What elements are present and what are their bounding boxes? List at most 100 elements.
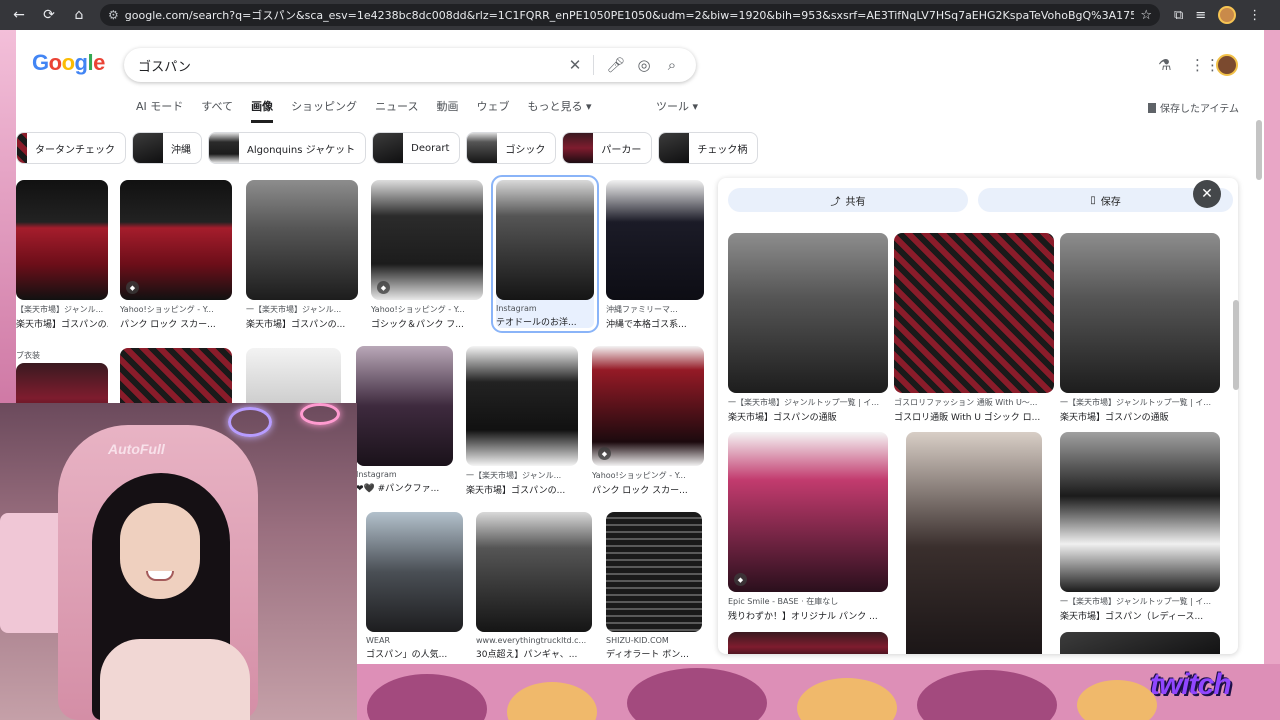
result-source: Yahoo!ショッピング - Y... <box>592 471 686 480</box>
related-image-card[interactable]: ゴスロリファッション 通販 With U〜... ゴスロリ通販 With U ゴ… <box>894 233 1054 423</box>
browser-profile-avatar[interactable] <box>1218 6 1237 24</box>
panel-scrollbar-thumb[interactable] <box>1233 300 1239 390</box>
search-icon[interactable]: ⌕ <box>660 56 684 74</box>
result-card[interactable]: WEAR ゴスパン」の人気... <box>366 512 463 660</box>
result-card[interactable]: 一【楽天市場】ジャンル... 楽天市場】ゴスパンの... <box>246 180 358 330</box>
shopping-tag-icon: ◆ <box>734 573 747 586</box>
result-card[interactable]: www.everythingtruckltd.c... 30点超え】パンギャ、.… <box>476 512 592 660</box>
chip-check-pattern[interactable]: チェック柄 <box>658 132 759 164</box>
search-input[interactable]: ゴスパン <box>138 56 559 75</box>
tab-more[interactable]: もっと見る ▾ <box>528 98 592 123</box>
tab-images[interactable]: 画像 <box>251 98 274 123</box>
browser-menu-icon[interactable]: ⋮ <box>1248 8 1261 23</box>
result-source: SHIZU-KID.COM <box>606 636 669 645</box>
site-info-icon[interactable]: ⚙ <box>108 8 119 22</box>
search-divider <box>593 55 594 75</box>
result-card[interactable]: Instagram ❤🖤 #パンクファ... <box>356 346 453 494</box>
result-card[interactable]: ◆ Yahoo!ショッピング - Y... ゴシック＆パンク フ... <box>371 180 483 330</box>
tab-videos[interactable]: 動画 <box>437 98 459 123</box>
result-title: ❤🖤 #パンクファ... <box>356 484 440 494</box>
result-source: 一【楽天市場】ジャンル... <box>466 471 562 480</box>
result-title: 楽天市場】ゴスパンの... <box>246 320 346 330</box>
result-title: ディオラート ボン... <box>606 650 689 660</box>
result-source: Instagram <box>496 304 537 313</box>
related-image <box>1060 632 1220 654</box>
related-image-card[interactable]: ◆ Epic Smile - BASE · 在庫なし 残りわずか！】オリジナル … <box>728 432 888 622</box>
chip-parka[interactable]: パーカー <box>562 132 653 164</box>
result-card[interactable]: SHIZU-KID.COM ディオラート ボン... <box>606 512 702 660</box>
related-image-card[interactable]: 一【楽天市場】ジャンルトップ一覧 | イ... 楽天市場】ゴスパンの通販 <box>728 233 888 423</box>
tab-ai-mode[interactable]: AI モード <box>136 98 183 123</box>
result-card[interactable]: 【楽天市場】ジャンル... 楽天市場】ゴスパンの... <box>16 180 108 330</box>
clear-icon[interactable]: ✕ <box>563 56 587 74</box>
related-image-card[interactable]: 一【楽天市場】ジャンルトップ一覧 | イ... 楽天市場】ゴスパンの通販 <box>1060 233 1220 423</box>
reload-icon[interactable]: ⟳ <box>38 4 60 26</box>
chip-label: 沖縄 <box>171 144 191 156</box>
page-scrollbar[interactable] <box>1256 120 1262 180</box>
result-source: 沖縄ファミリーマ... <box>606 305 678 314</box>
result-card[interactable]: ◆ Yahoo!ショッピング - Y... パンク ロック スカー... <box>592 346 704 496</box>
lens-icon[interactable]: ◎ <box>632 56 656 74</box>
chip-algonquins-jacket[interactable]: Algonquins ジャケット <box>208 132 367 164</box>
related-title: 残りわずか！】オリジナル パンク ... <box>728 612 878 622</box>
chip-label: チェック柄 <box>697 144 748 156</box>
result-source: 【楽天市場】ジャンル... <box>16 305 104 314</box>
chip-deorart[interactable]: Deorart <box>372 132 461 164</box>
share-button[interactable]: ⤴ 共有 <box>728 188 968 212</box>
related-image-card[interactable]: 一【楽天市場】ジャンルトップ一覧 | イ... 楽天市場】ゴスパン（レディース.… <box>1060 432 1220 622</box>
result-card[interactable]: 沖縄ファミリーマ... 沖縄で本格ゴス系... <box>606 180 704 330</box>
twitch-logo: twitch <box>1150 668 1232 701</box>
result-card[interactable]: 一【楽天市場】ジャンル... 楽天市場】ゴスパンの... <box>466 346 578 496</box>
streamer-body <box>100 639 250 720</box>
tools-menu[interactable]: ツール ▾ <box>656 98 698 114</box>
streamer-face <box>120 503 200 599</box>
bookmark-icon <box>1148 102 1156 113</box>
result-image <box>246 180 358 300</box>
tab-news[interactable]: ニュース <box>375 98 418 123</box>
home-icon[interactable]: ⌂ <box>68 4 90 26</box>
voice-search-icon[interactable]: 🎤︎ <box>604 56 628 74</box>
close-panel-button[interactable]: ✕ <box>1193 180 1221 208</box>
result-title: 30点超え】パンギャ、... <box>476 650 578 660</box>
media-controls-icon[interactable]: ≡ <box>1195 8 1206 23</box>
related-image-card[interactable] <box>728 632 888 654</box>
result-card[interactable]: ◆ Yahoo!ショッピング - Y... パンク ロック スカー... <box>120 180 232 330</box>
saved-items-link[interactable]: 保存したアイテム <box>1148 100 1239 115</box>
address-bar[interactable]: ⚙ google.com/search?q=ゴスパン&sca_esv=1e423… <box>100 4 1160 26</box>
related-source: 一【楽天市場】ジャンルトップ一覧 | イ... <box>1060 398 1212 407</box>
related-image-card[interactable] <box>1060 632 1220 654</box>
result-source: ブ衣装 <box>16 351 40 360</box>
chip-tartan[interactable]: タータンチェック <box>16 132 126 164</box>
browser-toolbar: ← ⟳ ⌂ ⚙ google.com/search?q=ゴスパン&sca_esv… <box>0 0 1280 30</box>
extensions-icon[interactable]: ⧉ <box>1174 8 1183 23</box>
search-box[interactable]: ゴスパン ✕ 🎤︎ ◎ ⌕ <box>124 48 696 82</box>
result-image: ◆ <box>120 180 232 300</box>
result-image <box>606 512 702 632</box>
result-title: 楽天市場】ゴスパンの... <box>16 320 108 330</box>
shopping-tag-icon: ◆ <box>598 447 611 460</box>
bookmark-star-icon[interactable]: ☆ <box>1140 8 1152 23</box>
related-source: Epic Smile - BASE · 在庫なし <box>728 597 839 606</box>
chip-thumbnail <box>563 133 594 163</box>
chip-gothic[interactable]: ゴシック <box>466 132 557 164</box>
chip-thumbnail <box>209 133 239 163</box>
related-title: ゴスロリ通販 With U ゴシック ロ... <box>894 413 1041 423</box>
result-source: WEAR <box>366 636 390 645</box>
chip-okinawa[interactable]: 沖縄 <box>132 132 202 164</box>
related-image-card[interactable] <box>906 432 1042 654</box>
related-image <box>1060 432 1220 592</box>
result-card-selected[interactable]: Instagram テオドールのお洋... <box>491 175 599 333</box>
labs-flask-icon[interactable]: ⚗ <box>1158 56 1171 74</box>
tab-all[interactable]: すべて <box>201 98 233 123</box>
account-avatar[interactable] <box>1216 54 1238 76</box>
tab-web[interactable]: ウェブ <box>477 98 510 123</box>
tab-shopping[interactable]: ショッピング <box>291 98 357 123</box>
saved-items-label: 保存したアイテム <box>1160 104 1239 115</box>
url-text: google.com/search?q=ゴスパン&sca_esv=1e4238b… <box>124 9 1135 22</box>
panel-scrollbar[interactable] <box>1233 180 1239 650</box>
back-icon[interactable]: ← <box>8 4 30 26</box>
related-source: 一【楽天市場】ジャンルトップ一覧 | イ... <box>728 398 880 407</box>
result-source: Yahoo!ショッピング - Y... <box>120 305 214 314</box>
google-logo[interactable]: Google <box>32 50 105 76</box>
result-image <box>606 180 704 300</box>
